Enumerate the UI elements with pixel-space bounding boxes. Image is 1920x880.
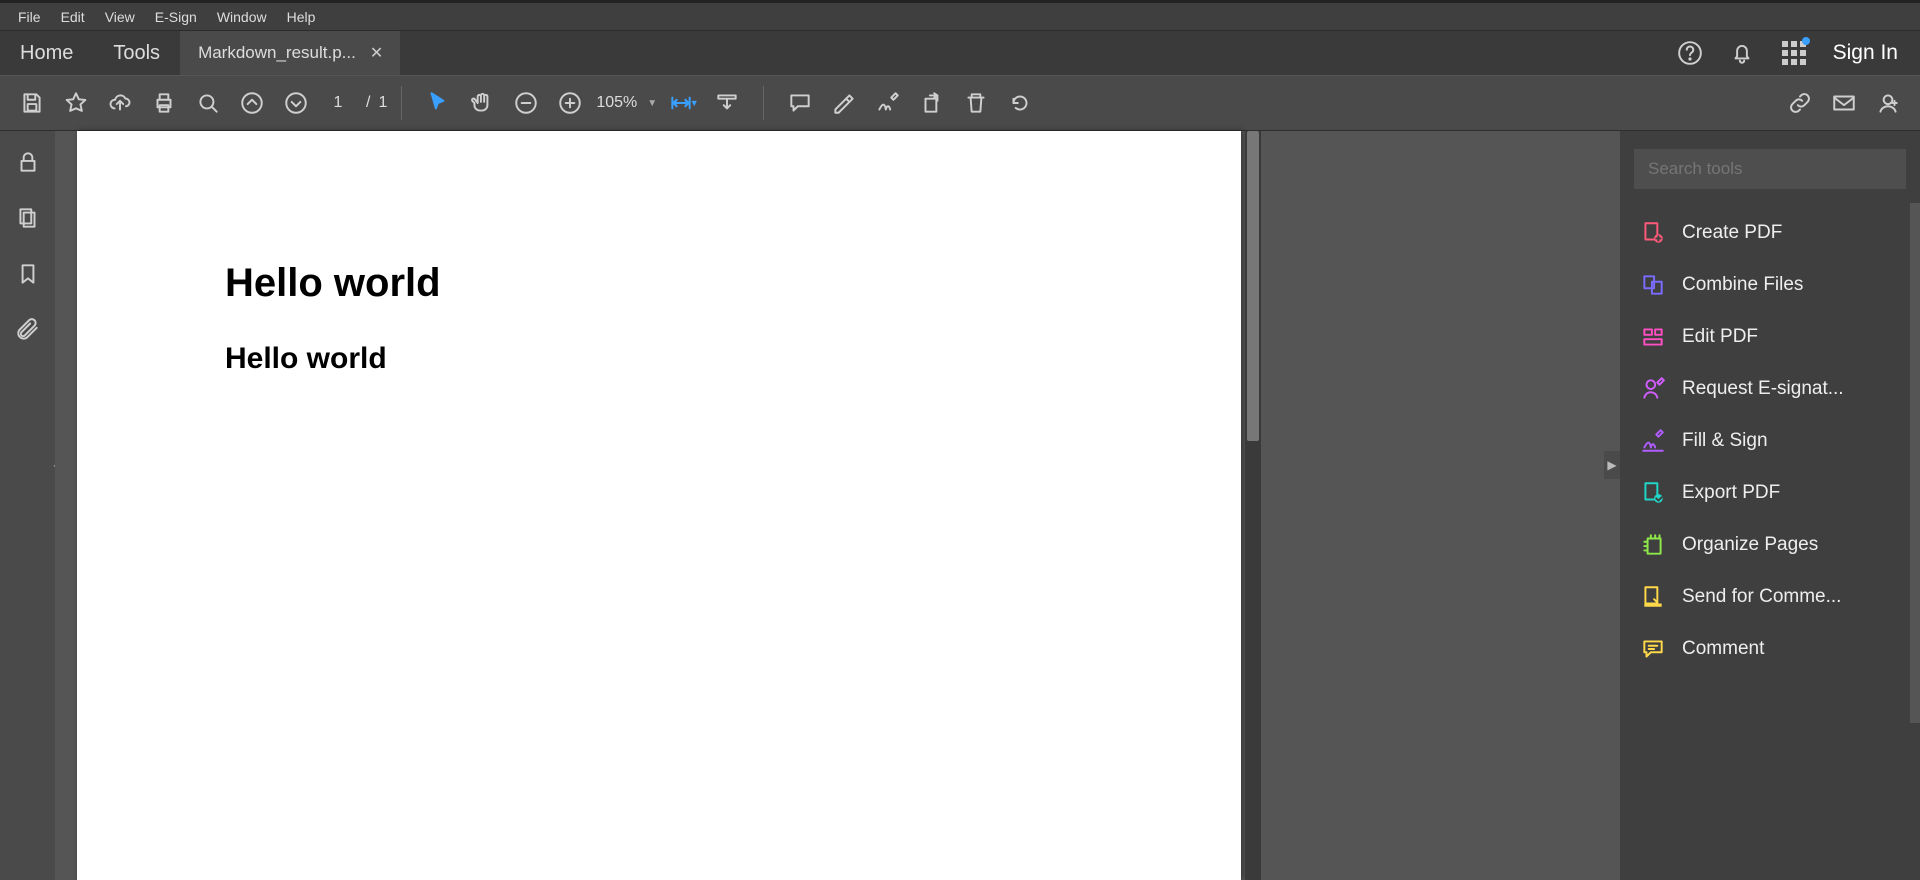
save-icon[interactable]	[10, 81, 54, 125]
delete-icon[interactable]	[954, 81, 998, 125]
tool-label: Comment	[1682, 638, 1764, 660]
tool-create-pdf[interactable]: Create PDF	[1620, 207, 1920, 259]
tab-document[interactable]: Markdown_result.p... ✕	[180, 31, 400, 75]
hand-tool-icon[interactable]	[460, 81, 504, 125]
page-sep: /	[366, 94, 370, 112]
tool-icon	[1640, 272, 1666, 298]
print-icon[interactable]	[142, 81, 186, 125]
select-tool-icon[interactable]	[416, 81, 460, 125]
page-down-icon[interactable]	[274, 81, 318, 125]
tool-icon	[1640, 428, 1666, 454]
sign-in-button[interactable]: Sign In	[1833, 41, 1898, 65]
lock-icon[interactable]	[15, 149, 41, 175]
tab-close-icon[interactable]: ✕	[370, 43, 383, 63]
tool-icon	[1640, 636, 1666, 662]
email-icon[interactable]	[1822, 81, 1866, 125]
notification-dot	[1802, 37, 1810, 45]
star-icon[interactable]	[54, 81, 98, 125]
tool-label: Combine Files	[1682, 274, 1803, 296]
doc-subheading: Hello world	[225, 342, 1241, 376]
tools-panel: Create PDF Combine Files Edit PDF Request E…	[1620, 131, 1920, 880]
tool-label: Export PDF	[1682, 482, 1780, 504]
tab-tools[interactable]: Tools	[93, 31, 180, 75]
tool-icon	[1640, 480, 1666, 506]
menu-file[interactable]: File	[8, 3, 51, 30]
tool-label: Create PDF	[1682, 222, 1782, 244]
thumbnails-icon[interactable]	[15, 205, 41, 231]
tool-label: Request E-signat...	[1682, 378, 1844, 400]
tool-combine-files[interactable]: Combine Files	[1620, 259, 1920, 311]
zoom-value: 105%	[596, 94, 637, 112]
doc-heading: Hello world	[225, 261, 1241, 306]
sign-icon[interactable]	[866, 81, 910, 125]
chevron-down-icon: ▼	[647, 98, 657, 109]
right-collapse-icon[interactable]: ▶	[1604, 451, 1620, 479]
tool-label: Fill & Sign	[1682, 430, 1768, 452]
comment-icon[interactable]	[778, 81, 822, 125]
cloud-upload-icon[interactable]	[98, 81, 142, 125]
tool-comment[interactable]: Comment	[1620, 623, 1920, 675]
zoom-out-icon[interactable]	[504, 81, 548, 125]
read-mode-icon[interactable]	[705, 81, 749, 125]
share-people-icon[interactable]	[1866, 81, 1910, 125]
bell-icon[interactable]	[1729, 40, 1755, 66]
rotate-page-icon[interactable]	[910, 81, 954, 125]
page-number-box: / 1	[318, 90, 387, 116]
tool-icon	[1640, 376, 1666, 402]
tab-home[interactable]: Home	[0, 31, 93, 75]
toolbar: / 1 105% ▼ ▼	[0, 75, 1920, 131]
bookmark-icon[interactable]	[15, 261, 41, 287]
pdf-page: Hello world Hello world	[77, 131, 1241, 880]
tool-label: Edit PDF	[1682, 326, 1758, 348]
fit-width-icon[interactable]: ▼	[661, 81, 705, 125]
tool-icon	[1640, 532, 1666, 558]
attachment-icon[interactable]	[15, 317, 41, 343]
search-tools-input[interactable]	[1648, 159, 1892, 179]
page-current-input[interactable]	[318, 90, 358, 116]
menu-view[interactable]: View	[95, 3, 145, 30]
document-scrollbar[interactable]	[1245, 131, 1261, 880]
menu-help[interactable]: Help	[277, 3, 326, 30]
page-total: 1	[378, 94, 387, 112]
highlight-icon[interactable]	[822, 81, 866, 125]
apps-grid-icon[interactable]	[1781, 40, 1807, 66]
tool-edit-pdf[interactable]: Edit PDF	[1620, 311, 1920, 363]
help-icon[interactable]	[1677, 40, 1703, 66]
tool-icon	[1640, 220, 1666, 246]
menu-edit[interactable]: Edit	[51, 3, 95, 30]
tool-icon	[1640, 324, 1666, 350]
menu-window[interactable]: Window	[207, 3, 277, 30]
search-tools-box[interactable]	[1634, 149, 1906, 189]
tool-export-pdf[interactable]: Export PDF	[1620, 467, 1920, 519]
tool-request-e-signat[interactable]: Request E-signat...	[1620, 363, 1920, 415]
share-link-icon[interactable]	[1778, 81, 1822, 125]
left-rail: ◀	[0, 131, 55, 880]
tool-organize-pages[interactable]: Organize Pages	[1620, 519, 1920, 571]
tool-icon	[1640, 584, 1666, 610]
panel-scrollbar[interactable]	[1910, 203, 1920, 723]
zoom-in-icon[interactable]	[548, 81, 592, 125]
zoom-dropdown[interactable]: 105% ▼	[592, 94, 661, 112]
tool-fill-sign[interactable]: Fill & Sign	[1620, 415, 1920, 467]
menu-bar: File Edit View E-Sign Window Help	[0, 3, 1920, 31]
redo-icon[interactable]	[998, 81, 1042, 125]
tool-send-for-comme[interactable]: Send for Comme...	[1620, 571, 1920, 623]
page-up-icon[interactable]	[230, 81, 274, 125]
tab-bar: Home Tools Markdown_result.p... ✕ Sign I…	[0, 31, 1920, 75]
find-icon[interactable]	[186, 81, 230, 125]
menu-esign[interactable]: E-Sign	[145, 3, 207, 30]
tool-label: Organize Pages	[1682, 534, 1818, 556]
tab-document-label: Markdown_result.p...	[198, 43, 356, 63]
document-area: Hello world Hello world ▶	[55, 131, 1620, 880]
tool-label: Send for Comme...	[1682, 586, 1841, 608]
